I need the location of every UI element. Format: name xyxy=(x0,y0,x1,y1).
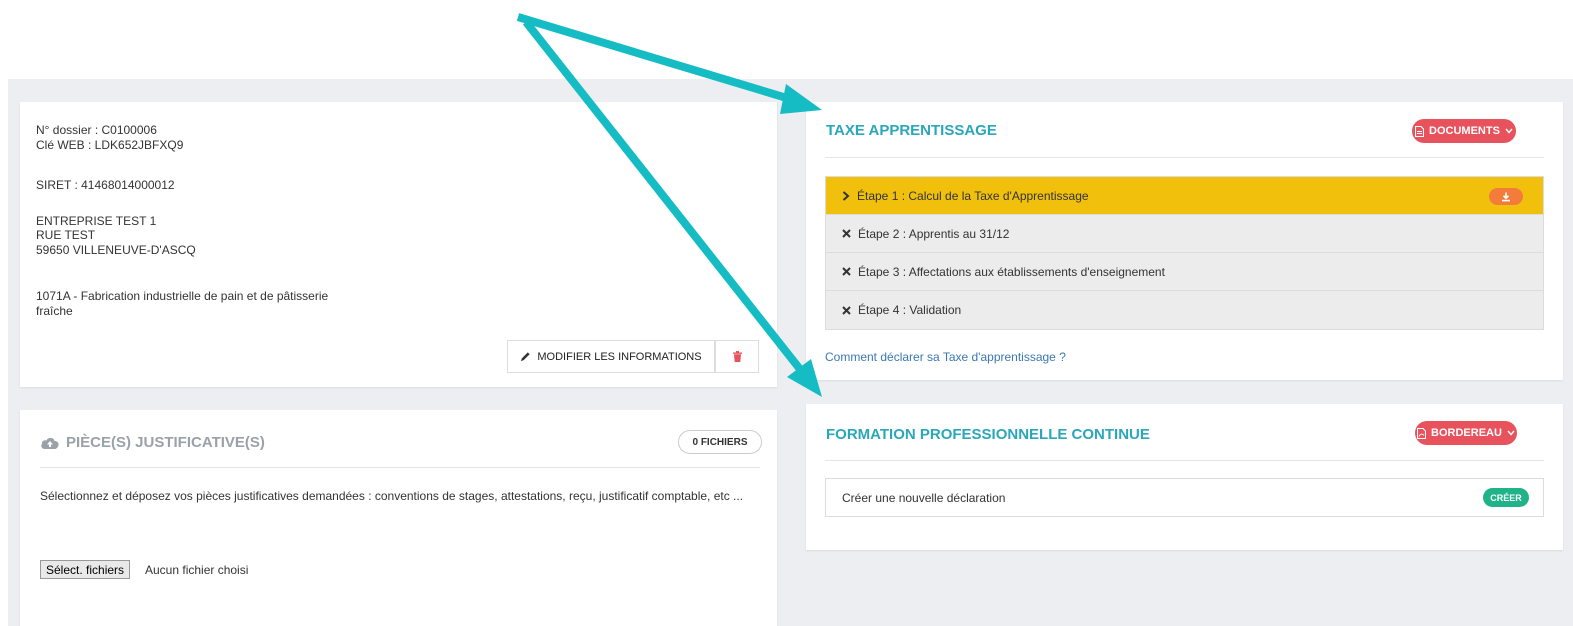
pdf-icon xyxy=(1417,427,1427,439)
activity-code-cont: fraîche xyxy=(36,304,73,318)
cloud-upload-icon xyxy=(41,437,59,449)
taxe-title: TAXE APPRENTISSAGE xyxy=(826,122,997,139)
close-icon xyxy=(842,305,851,315)
formation-title: FORMATION PROFESSIONNELLE CONTINUE xyxy=(826,426,1150,443)
bordereau-dropdown-button[interactable]: BORDEREAU xyxy=(1415,421,1517,445)
steps-list: Étape 1 : Calcul de la Taxe d'Apprentiss… xyxy=(825,176,1544,330)
pencil-icon xyxy=(521,352,531,362)
step-label: Étape 3 : Affectations aux établissement… xyxy=(858,264,1165,279)
company-street: RUE TEST xyxy=(36,228,96,242)
pieces-divider xyxy=(40,467,760,468)
step-4[interactable]: Étape 4 : Validation xyxy=(826,291,1543,329)
company-name: ENTREPRISE TEST 1 xyxy=(36,214,157,228)
modify-info-button[interactable]: MODIFIER LES INFORMATIONS xyxy=(507,340,715,373)
documents-label: DOCUMENTS xyxy=(1429,125,1500,137)
chevron-down-icon xyxy=(1507,430,1515,436)
company-city: 59650 VILLENEUVE-D'ASCQ xyxy=(36,243,196,257)
step-1[interactable]: Étape 1 : Calcul de la Taxe d'Apprentiss… xyxy=(826,177,1543,215)
close-icon xyxy=(842,267,851,276)
select-files-button[interactable]: Sélect. fichiers xyxy=(40,560,131,579)
pieces-description: Sélectionnez et déposez vos pièces justi… xyxy=(40,489,744,503)
step-3[interactable]: Étape 3 : Affectations aux établissement… xyxy=(826,253,1543,291)
siret: SIRET : 41468014000012 xyxy=(36,178,175,192)
create-button[interactable]: CRÉER xyxy=(1483,488,1529,507)
web-key: Clé WEB : LDK652JBFXQ9 xyxy=(36,138,184,152)
taxe-divider xyxy=(825,157,1544,158)
step-2[interactable]: Étape 2 : Apprentis au 31/12 xyxy=(826,215,1543,253)
pieces-title-text: PIÈCE(S) JUSTIFICATIVE(S) xyxy=(66,434,265,451)
new-declaration-label: Créer une nouvelle déclaration xyxy=(842,490,1006,505)
trash-icon xyxy=(732,351,742,362)
step-label: Étape 4 : Validation xyxy=(858,303,962,317)
step-label: Étape 2 : Apprentis au 31/12 xyxy=(858,226,1010,241)
dossier-number: N° dossier : C0100006 xyxy=(36,123,157,137)
delete-button[interactable] xyxy=(715,340,759,373)
new-declaration-row[interactable]: Créer une nouvelle déclaration CRÉER xyxy=(825,478,1544,517)
modify-info-label: MODIFIER LES INFORMATIONS xyxy=(537,350,702,363)
step-label: Étape 1 : Calcul de la Taxe d'Apprentiss… xyxy=(857,188,1089,203)
help-link[interactable]: Comment déclarer sa Taxe d'apprentissage… xyxy=(825,350,1066,364)
files-count-badge: 0 FICHIERS xyxy=(678,430,762,454)
document-icon xyxy=(1415,125,1425,137)
no-file-chosen: Aucun fichier choisi xyxy=(145,563,249,577)
close-icon xyxy=(842,229,851,238)
documents-dropdown-button[interactable]: DOCUMENTS xyxy=(1412,119,1516,143)
download-button[interactable] xyxy=(1489,188,1523,205)
chevron-down-icon xyxy=(1505,128,1513,134)
bordereau-label: BORDEREAU xyxy=(1431,427,1502,439)
download-icon xyxy=(1502,192,1510,201)
chevron-right-icon xyxy=(842,190,850,201)
formation-divider xyxy=(825,460,1544,461)
activity-code: 1071A - Fabrication industrielle de pain… xyxy=(36,289,329,303)
pieces-title: PIÈCE(S) JUSTIFICATIVE(S) xyxy=(40,434,265,451)
